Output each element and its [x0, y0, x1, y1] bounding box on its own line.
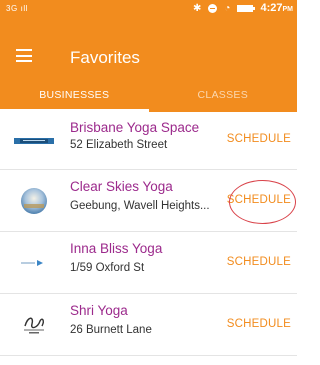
app-bar: Favorites	[0, 34, 297, 82]
clear-skies-yoga-logo	[14, 188, 54, 214]
schedule-button[interactable]: SCHEDULE	[227, 133, 291, 145]
status-bar: 3G ıll ✱ ◔ 4:27PM	[0, 0, 297, 34]
schedule-button[interactable]: SCHEDULE	[227, 318, 291, 330]
business-address: 1/59 Oxford St	[70, 262, 145, 274]
signal-indicator: 3G ıll	[6, 4, 28, 13]
tab-classes[interactable]: CLASSES	[149, 82, 298, 112]
page-title: Favorites	[70, 48, 140, 67]
list-item[interactable]: Inna Bliss Yoga 1/59 Oxford St SCHEDULE	[0, 232, 297, 294]
schedule-button[interactable]: SCHEDULE	[227, 194, 291, 206]
brisbane-yoga-space-logo	[14, 129, 54, 153]
inna-bliss-yoga-logo	[14, 251, 54, 275]
signal-bars-icon: ıll	[20, 4, 28, 13]
status-icons: ✱ ◔ 4:27PM	[193, 2, 293, 14]
business-name: Inna Bliss Yoga	[70, 241, 163, 256]
do-not-disturb-icon	[208, 3, 218, 13]
schedule-button[interactable]: SCHEDULE	[227, 256, 291, 268]
battery-icon	[237, 4, 256, 12]
tab-businesses[interactable]: BUSINESSES	[0, 82, 149, 112]
business-address: 26 Burnett Lane	[70, 324, 152, 336]
list-item[interactable]: Shri Yoga 26 Burnett Lane SCHEDULE	[0, 294, 297, 356]
list-item[interactable]: Brisbane Yoga Space 52 Elizabeth Street …	[0, 112, 297, 170]
business-address: Geebung, Wavell Heights...	[70, 200, 210, 212]
business-name: Clear Skies Yoga	[70, 179, 173, 194]
tab-bar: BUSINESSES CLASSES	[0, 82, 297, 112]
wifi-icon: ◔	[224, 2, 231, 14]
favorites-list: Brisbane Yoga Space 52 Elizabeth Street …	[0, 112, 297, 356]
hamburger-menu-icon[interactable]	[16, 49, 32, 62]
clock: 4:27PM	[260, 2, 293, 14]
business-name: Shri Yoga	[70, 303, 128, 318]
business-address: 52 Elizabeth Street	[70, 139, 168, 151]
list-item[interactable]: Clear Skies Yoga Geebung, Wavell Heights…	[0, 170, 297, 232]
business-name: Brisbane Yoga Space	[70, 120, 200, 135]
network-type: 3G	[6, 4, 18, 13]
bluetooth-icon: ✱	[193, 2, 202, 14]
shri-yoga-logo	[14, 313, 54, 337]
